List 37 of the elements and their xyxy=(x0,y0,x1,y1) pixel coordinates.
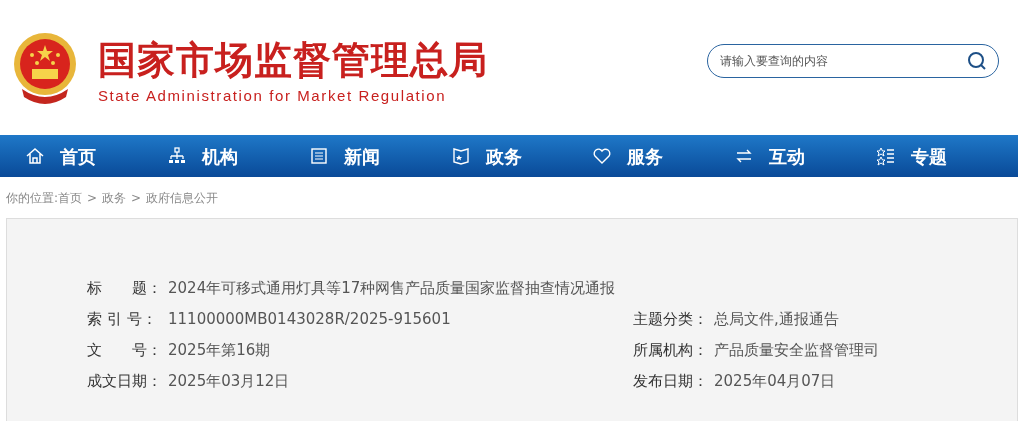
star-list-icon[interactable] xyxy=(876,146,897,166)
home-icon[interactable] xyxy=(25,146,45,166)
field-value: 2025年03月12日 xyxy=(168,371,290,393)
field-label: 标 题： xyxy=(87,278,163,300)
nav-link[interactable]: 互动 xyxy=(769,142,806,170)
nav-link[interactable]: 机构 xyxy=(201,142,238,170)
breadcrumb-link[interactable]: 首页 xyxy=(58,188,83,207)
newspaper-icon[interactable] xyxy=(308,146,329,166)
nav-link[interactable]: 服务 xyxy=(627,142,664,170)
field-label: 所属机构： xyxy=(633,340,709,362)
site-title: 国家市场监督管理总局 xyxy=(98,37,488,84)
field-value: 2025年04月07日 xyxy=(714,371,836,393)
heart-icon[interactable] xyxy=(592,146,613,166)
breadcrumb-link[interactable]: 政府信息公开 xyxy=(146,188,219,207)
search-icon[interactable] xyxy=(967,51,987,71)
breadcrumb-separator: > xyxy=(131,189,142,207)
nav-link[interactable]: 政务 xyxy=(485,142,522,170)
field-value: 总局文件,通报通告 xyxy=(714,309,839,331)
field-label: 主题分类： xyxy=(633,309,709,331)
breadcrumb-link[interactable]: 政务 xyxy=(102,188,127,207)
field-label: 索 引 号： xyxy=(87,309,158,331)
nav-link[interactable]: 专题 xyxy=(911,142,948,170)
hierarchy-icon[interactable] xyxy=(166,146,187,166)
search-field[interactable]: 请输入要查询的内容 xyxy=(707,44,999,78)
breadcrumb-separator: > xyxy=(87,189,98,207)
field-label: 文 号： xyxy=(87,340,163,362)
nav-link[interactable]: 首页 xyxy=(60,142,96,170)
field-value: 产品质量安全监督管理司 xyxy=(714,340,879,362)
star-book-icon[interactable] xyxy=(450,146,471,166)
field-value: 2024年可移式通用灯具等17种网售产品质量国家监督抽查情况通报 xyxy=(168,278,616,300)
field-label: 成文日期： xyxy=(87,371,163,393)
field-value: 11100000MB0143028R/2025-915601 xyxy=(168,309,451,331)
nav-link[interactable]: 新闻 xyxy=(343,142,380,170)
breadcrumb-label: 你的位置: xyxy=(6,189,59,207)
site-subtitle: State Administration for Market Regulation xyxy=(98,86,448,106)
field-label: 发布日期： xyxy=(633,371,709,393)
field-value: 2025年第16期 xyxy=(168,340,271,362)
